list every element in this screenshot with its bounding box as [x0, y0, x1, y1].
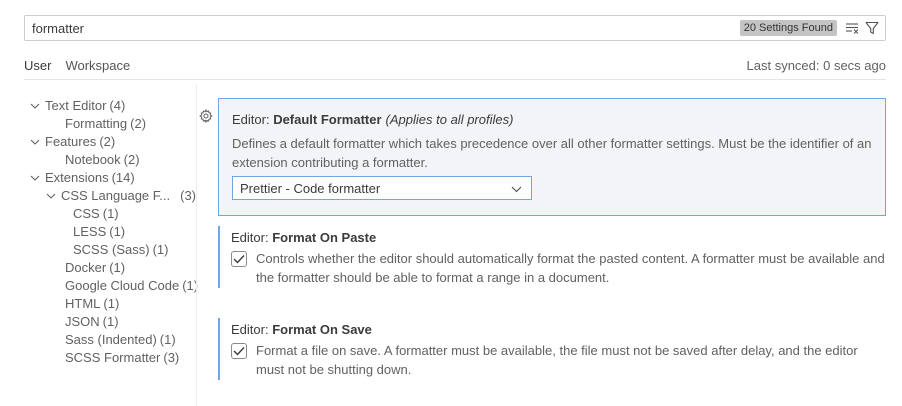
setting-category: Editor: — [231, 230, 273, 245]
chevron-down-icon — [29, 175, 41, 181]
toc-item-less[interactable]: LESS (1) — [24, 223, 196, 241]
tab-divider — [24, 79, 886, 80]
tab-workspace[interactable]: Workspace — [65, 58, 130, 77]
toc-label: Notebook — [65, 152, 121, 167]
toc-count: (1) — [102, 206, 119, 221]
toc-count: (1) — [103, 296, 120, 311]
setting-category: Editor: — [232, 112, 274, 127]
setting-name: Default Formatter — [273, 112, 382, 127]
toc-count: (2) — [99, 134, 116, 149]
setting-format-on-save: Editor: Format On Save Format a file on … — [218, 318, 886, 380]
toc-label: SCSS (Sass) — [73, 242, 150, 257]
toc-label: SCSS Formatter — [65, 350, 161, 365]
toc-count: (1) — [102, 314, 119, 329]
toc-label: JSON — [65, 314, 100, 329]
settings-search-box[interactable]: 20 Settings Found — [24, 15, 886, 41]
results-count-badge: 20 Settings Found — [739, 20, 837, 36]
format-on-paste-checkbox[interactable] — [231, 251, 247, 267]
checkmark-icon — [233, 347, 245, 356]
toc-label: Docker — [65, 260, 107, 275]
toc-item-notebook[interactable]: Notebook (2) — [24, 151, 196, 169]
toc-label: HTML — [65, 296, 101, 311]
filter-icon[interactable] — [863, 19, 881, 37]
setting-default-formatter: Editor: Default Formatter (Applies to all… — [218, 98, 886, 216]
toc-count: (2) — [130, 116, 147, 131]
setting-modified-indicator — [218, 226, 220, 288]
toc-item-json[interactable]: JSON (1) — [24, 313, 196, 331]
select-value: Prettier - Code formatter — [240, 180, 381, 196]
gear-icon[interactable] — [199, 108, 213, 124]
settings-scope-tabs: User Workspace — [24, 58, 130, 77]
chevron-down-icon — [511, 181, 522, 196]
toc-count: (1) — [109, 224, 126, 239]
toc-item-css-language-features[interactable]: CSS Language F... (3) — [24, 187, 196, 205]
setting-modified-indicator — [218, 318, 220, 380]
toc-label: CSS — [73, 206, 100, 221]
toc-item-features[interactable]: Features (2) — [24, 133, 196, 151]
setting-name: Format On Paste — [272, 230, 377, 245]
format-on-save-checkbox[interactable] — [231, 343, 247, 359]
chevron-down-icon — [45, 193, 57, 199]
toc-item-css[interactable]: CSS (1) — [24, 205, 196, 223]
toc-item-scss-sass[interactable]: SCSS (Sass) (1) — [24, 241, 196, 259]
setting-description: Format a file on save. A formatter must … — [256, 343, 858, 377]
toc-label: LESS — [73, 224, 107, 239]
toc-divider — [196, 84, 197, 406]
toc-label: Sass (Indented) — [65, 332, 157, 347]
toc-item-scss-formatter[interactable]: SCSS Formatter (3) — [24, 349, 196, 367]
chevron-down-icon — [29, 139, 41, 145]
toc-item-formatting[interactable]: Formatting (2) — [24, 115, 196, 133]
toc-count: (1) — [109, 260, 126, 275]
chevron-down-icon — [29, 103, 41, 109]
setting-description: Controls whether the editor should autom… — [256, 251, 885, 285]
toc-count: (2) — [123, 152, 140, 167]
setting-name: Format On Save — [272, 322, 372, 337]
settings-search-input[interactable] — [32, 17, 740, 39]
toc-item-google-cloud-code[interactable]: Google Cloud Code (1) — [24, 277, 198, 295]
sync-status: Last synced: 0 secs ago — [746, 58, 886, 73]
setting-scope-note: (Applies to all profiles) — [385, 112, 514, 127]
settings-toc: Text Editor (4) Formatting (2) Features (2)… — [24, 97, 198, 367]
clear-filter-icon[interactable] — [843, 19, 861, 37]
setting-title: Editor: Format On Save — [231, 322, 372, 337]
setting-description: Defines a default formatter which takes … — [232, 136, 872, 170]
toc-item-html[interactable]: HTML (1) — [24, 295, 196, 313]
toc-item-text-editor[interactable]: Text Editor (4) — [24, 97, 196, 115]
default-formatter-select[interactable]: Prettier - Code formatter — [232, 176, 532, 200]
toc-count: (4) — [109, 98, 126, 113]
setting-title: Editor: Format On Paste — [231, 230, 376, 245]
toc-label: Extensions — [45, 170, 109, 185]
toc-item-extensions[interactable]: Extensions (14) — [24, 169, 196, 187]
toc-count: (3) — [163, 350, 180, 365]
checkmark-icon — [233, 255, 245, 264]
setting-category: Editor: — [231, 322, 273, 337]
toc-label: Features — [45, 134, 97, 149]
toc-count: (3) — [180, 188, 196, 203]
setting-format-on-paste: Editor: Format On Paste Controls whether… — [218, 226, 886, 288]
toc-item-sass-indented[interactable]: Sass (Indented) (1) — [24, 331, 196, 349]
toc-label: Google Cloud Code — [65, 278, 180, 293]
toc-label: Formatting — [65, 116, 128, 131]
tab-user[interactable]: User — [24, 58, 51, 77]
toc-item-docker[interactable]: Docker (1) — [24, 259, 196, 277]
toc-label: CSS Language F... — [60, 188, 171, 203]
toc-count: (1) — [152, 242, 169, 257]
toc-label: Text Editor — [45, 98, 107, 113]
setting-title: Editor: Default Formatter (Applies to all… — [232, 112, 513, 127]
toc-count: (14) — [111, 170, 135, 185]
toc-count: (1) — [159, 332, 176, 347]
